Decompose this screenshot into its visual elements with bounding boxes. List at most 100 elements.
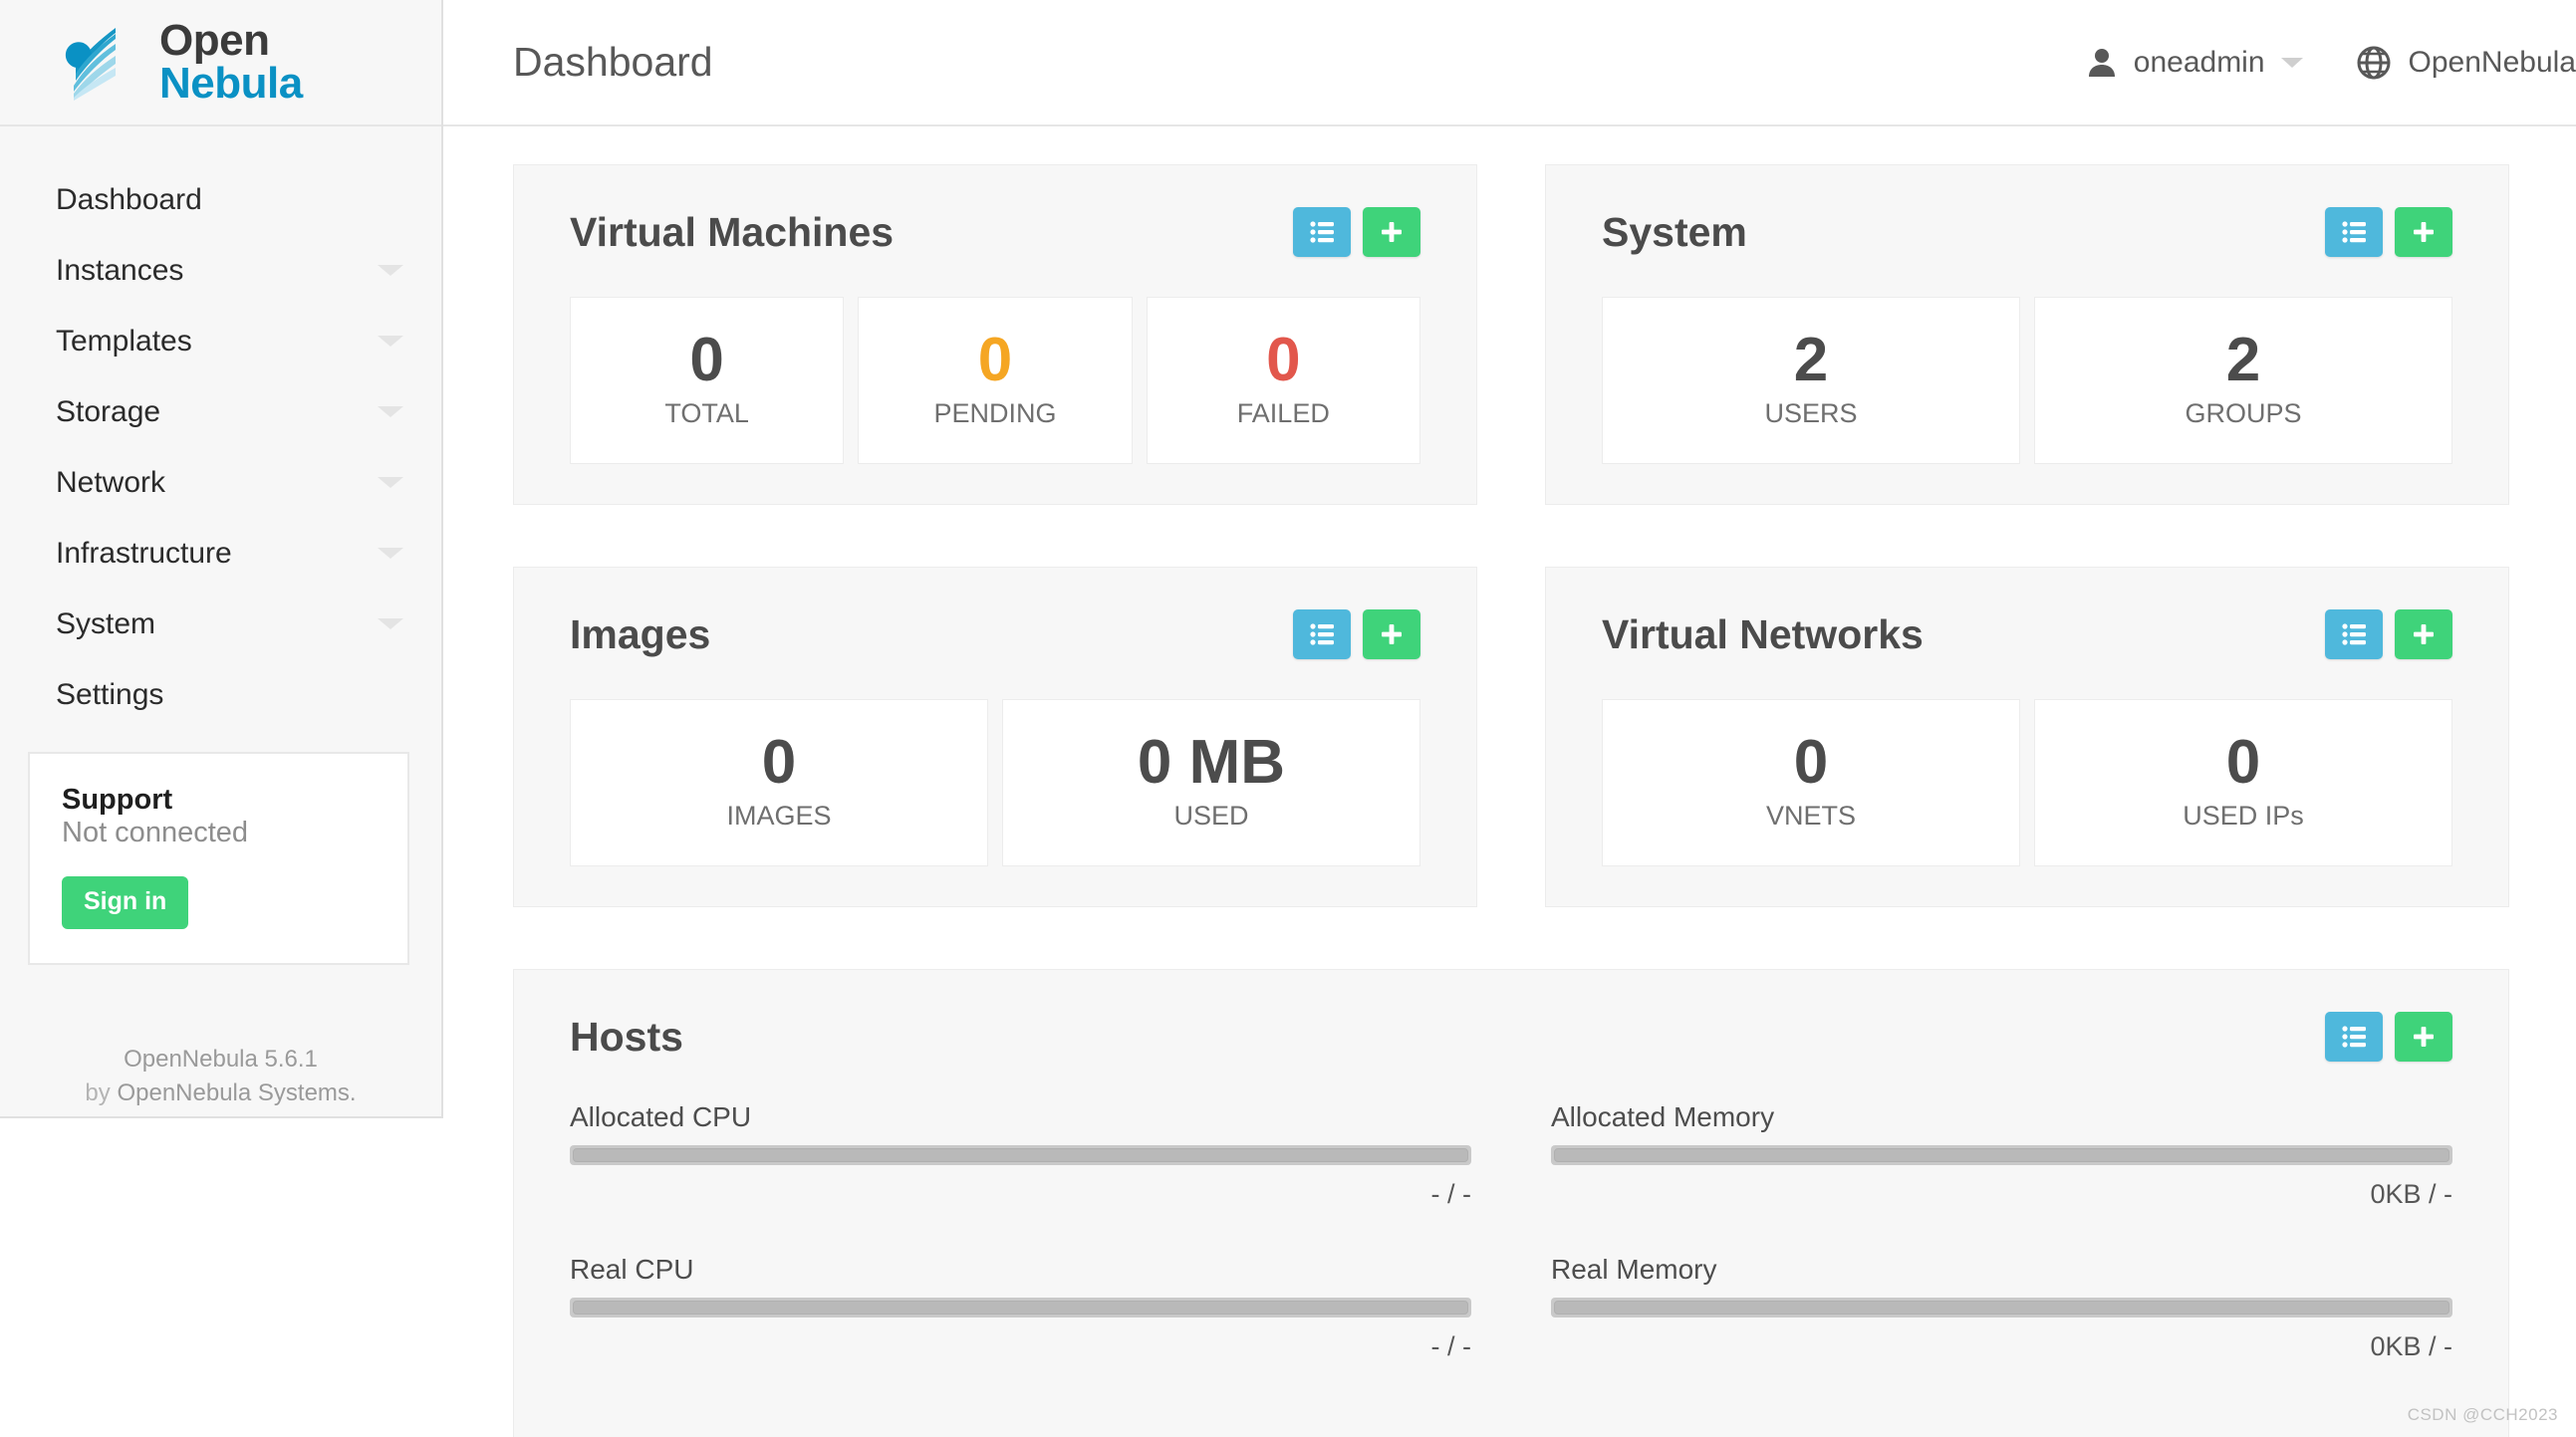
stats-row: 2 USERS 2 GROUPS: [1602, 297, 2452, 465]
stat-value: 0: [1266, 326, 1301, 394]
plus-icon: [2414, 1027, 2434, 1048]
list-icon: [2342, 623, 2366, 645]
progress-bar: [570, 1298, 1471, 1318]
sidebar-item-label: Storage: [56, 394, 161, 428]
card-system: System 2 USERS 2 GROUPS: [1545, 164, 2509, 506]
chevron-down-icon: [378, 406, 403, 417]
sidebar-item-templates[interactable]: Templates: [0, 306, 441, 376]
watermark: CSDN @CCH2023: [2407, 1405, 2558, 1424]
sidebar-item-system[interactable]: System: [0, 589, 441, 659]
list-icon-button[interactable]: [2325, 609, 2383, 660]
stat-pending[interactable]: 0 PENDING: [858, 297, 1133, 465]
stat-users[interactable]: 2 USERS: [1602, 297, 2020, 465]
stat-label: PENDING: [933, 398, 1057, 429]
gauge-value: - / -: [1430, 1179, 1472, 1210]
card-header: Virtual Networks: [1602, 609, 2452, 660]
card-title: Hosts: [570, 1013, 683, 1060]
stat-groups[interactable]: 2 GROUPS: [2034, 297, 2452, 465]
sidebar-item-dashboard[interactable]: Dashboard: [0, 164, 441, 235]
sidebar-item-label: Settings: [56, 677, 164, 711]
stats-row: 0 TOTAL 0 PENDING 0 FAILED: [570, 297, 1420, 465]
chevron-down-icon: [378, 477, 403, 488]
progress-bar: [1551, 1145, 2452, 1166]
sidebar-item-infrastructure[interactable]: Infrastructure: [0, 518, 441, 589]
stat-images[interactable]: 0 IMAGES: [570, 699, 988, 867]
zone-menu[interactable]: OpenNebula: [2357, 46, 2576, 80]
sidebar: Open Nebula Dashboard Instances Template…: [0, 0, 443, 1118]
plus-icon: [1382, 624, 1402, 645]
stat-used-ips[interactable]: 0 USED IPs: [2034, 699, 2452, 867]
card-images: Images 0 IMAGES 0 MB USED: [513, 567, 1477, 908]
user-menu[interactable]: oneadmin: [2086, 46, 2303, 80]
list-icon-button[interactable]: [1293, 207, 1351, 257]
gauge-value: - / -: [1430, 1331, 1472, 1362]
chevron-down-icon: [378, 265, 403, 276]
list-icon-button[interactable]: [2325, 207, 2383, 257]
card-header: System: [1602, 207, 2452, 257]
sidebar-item-label: Dashboard: [56, 182, 202, 216]
sidebar-nav: Dashboard Instances Templates Storage Ne…: [0, 126, 441, 730]
progress-bar: [570, 1145, 1471, 1166]
version-footer: OpenNebula 5.6.1 by OpenNebula Systems.: [0, 1043, 441, 1112]
gauge-label: Allocated Memory: [1551, 1101, 1775, 1133]
stat-label: FAILED: [1236, 398, 1330, 429]
support-title: Support: [62, 784, 173, 816]
progress-bar-fill: [1554, 1301, 2449, 1316]
version-vendor: OpenNebula Systems.: [117, 1079, 357, 1107]
card-virtual-machines: Virtual Machines 0 TOTAL 0 PENDING 0 FAI…: [513, 164, 1477, 506]
stat-value: 2: [1793, 326, 1829, 394]
version-by-label: by: [85, 1079, 111, 1107]
brand-name-nebula: Nebula: [159, 58, 303, 108]
stat-total[interactable]: 0 TOTAL: [570, 297, 845, 465]
list-icon-button[interactable]: [2325, 1012, 2383, 1063]
card-title: Virtual Networks: [1602, 610, 1924, 657]
list-icon: [2342, 221, 2366, 243]
list-icon-button[interactable]: [1293, 609, 1351, 660]
sidebar-item-storage[interactable]: Storage: [0, 376, 441, 447]
opennebula-cloud-logo-icon: [58, 24, 149, 102]
chevron-down-icon: [378, 548, 403, 559]
add-button[interactable]: [1363, 207, 1420, 257]
card-hosts: Hosts Allocated CPU - / - Real CPU - / -…: [513, 969, 2509, 1437]
stat-label: USED IPs: [2183, 801, 2304, 832]
person-icon: [2086, 47, 2118, 79]
brand-name-open: Open: [159, 16, 270, 66]
progress-bar-fill: [1554, 1148, 2449, 1163]
support-card: Support Not connected Sign in: [28, 752, 409, 965]
sidebar-item-network[interactable]: Network: [0, 447, 441, 518]
page-title: Dashboard: [513, 39, 713, 85]
stat-failed[interactable]: 0 FAILED: [1146, 297, 1420, 465]
gauge-label: Real Memory: [1551, 1254, 1717, 1286]
card-virtual-networks: Virtual Networks 0 VNETS 0 USED IPs: [1545, 567, 2509, 908]
stats-row: 0 VNETS 0 USED IPs: [1602, 699, 2452, 867]
list-icon: [1310, 623, 1334, 645]
plus-icon: [2414, 222, 2434, 242]
zone-name: OpenNebula: [2408, 45, 2576, 79]
support-sign-in-button[interactable]: Sign in: [62, 875, 189, 929]
dashboard-grid: Virtual Machines 0 TOTAL 0 PENDING 0 FAI…: [513, 164, 2536, 1437]
progress-bar: [1551, 1298, 2452, 1318]
card-title: Virtual Machines: [570, 208, 895, 255]
add-button[interactable]: [2395, 1012, 2452, 1063]
top-bar-right: oneadmin OpenNebula: [2086, 46, 2576, 80]
stat-value: 0: [689, 326, 724, 394]
card-actions: [1293, 207, 1420, 257]
sidebar-item-settings[interactable]: Settings: [0, 659, 441, 730]
stat-used[interactable]: 0 MB USED: [1002, 699, 1420, 867]
stat-value: 0: [761, 728, 797, 798]
stat-vnets[interactable]: 0 VNETS: [1602, 699, 2020, 867]
stat-label: TOTAL: [664, 398, 749, 429]
add-button[interactable]: [2395, 207, 2452, 257]
brand-logo[interactable]: Open Nebula: [0, 0, 441, 126]
stat-label: IMAGES: [726, 801, 832, 832]
list-icon: [1310, 221, 1334, 243]
add-button[interactable]: [1363, 609, 1420, 660]
gauge-allocated-cpu: Allocated CPU - / -: [570, 1101, 1471, 1210]
sidebar-item-instances[interactable]: Instances: [0, 235, 441, 306]
card-title: Images: [570, 610, 711, 657]
add-button[interactable]: [2395, 609, 2452, 660]
user-name: oneadmin: [2133, 45, 2265, 79]
sidebar-item-label: Templates: [56, 324, 192, 358]
card-header: Hosts: [570, 1012, 2452, 1063]
sidebar-item-label: Infrastructure: [56, 536, 232, 570]
